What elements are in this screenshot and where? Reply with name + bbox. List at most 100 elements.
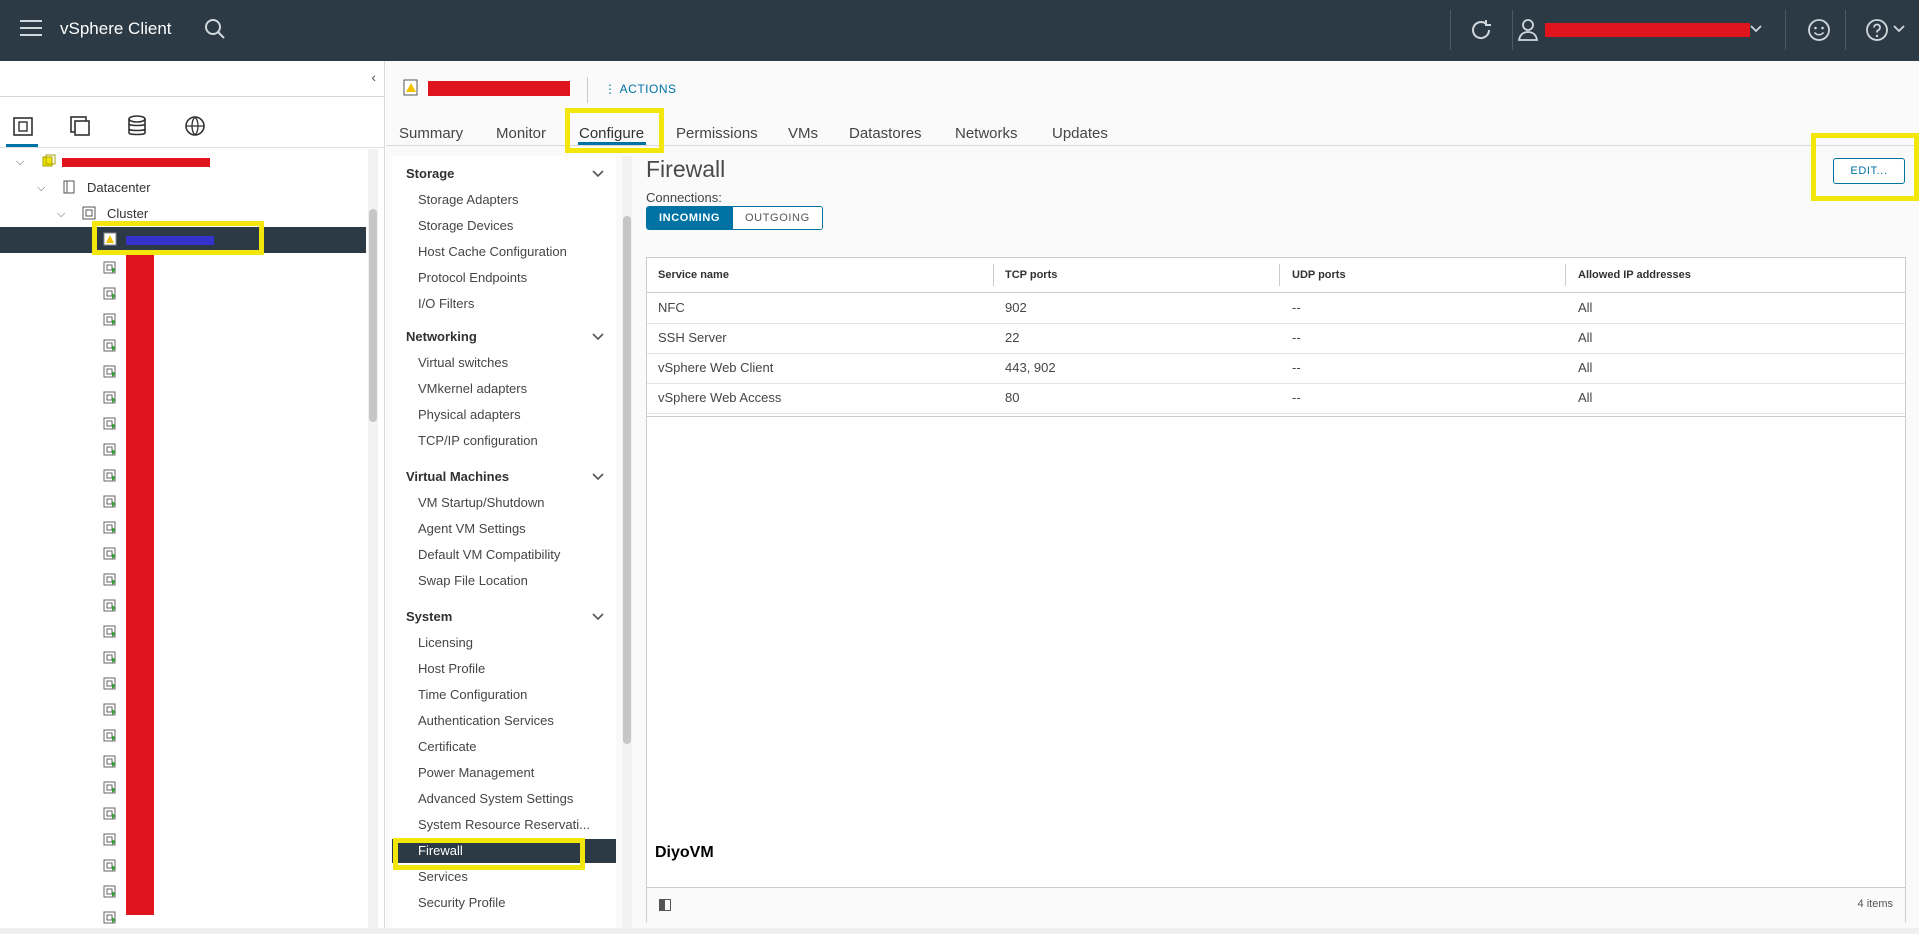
host-icon[interactable] — [103, 261, 117, 275]
host-icon[interactable] — [103, 547, 117, 561]
chevron-up-icon[interactable] — [592, 473, 604, 481]
host-icon[interactable] — [103, 391, 117, 405]
host-icon[interactable] — [103, 807, 117, 821]
help-chevron-down-icon[interactable] — [1893, 24, 1905, 34]
host-icon[interactable] — [103, 339, 117, 353]
subnav-item-security-profile[interactable]: Security Profile — [392, 891, 616, 915]
host-icon[interactable] — [103, 417, 117, 431]
subnav-item-io-filters[interactable]: I/O Filters — [392, 292, 616, 316]
networking-icon[interactable] — [182, 113, 208, 139]
chevron-down-icon[interactable]: ⌵ — [57, 201, 65, 227]
subnav-item-agent-vm-settings[interactable]: Agent VM Settings — [392, 517, 616, 541]
chevron-down-icon[interactable]: ⌵ — [37, 175, 45, 201]
column-header-allowed-ip[interactable]: Allowed IP addresses — [1578, 258, 1691, 292]
vms-and-templates-icon[interactable] — [67, 113, 93, 139]
table-row[interactable]: NFC 902 -- All — [647, 293, 1905, 324]
feedback-smiley-icon[interactable] — [1806, 17, 1832, 43]
top-header-bar: vSphere Client — [0, 0, 1919, 61]
host-icon[interactable] — [103, 677, 117, 691]
subnav-item-advanced-system-settings[interactable]: Advanced System Settings — [392, 787, 616, 811]
table-row[interactable]: SSH Server 22 -- All — [647, 323, 1905, 354]
help-icon[interactable] — [1864, 17, 1890, 43]
hamburger-menu-icon[interactable] — [20, 20, 42, 38]
subnav-group-networking[interactable]: Networking — [406, 329, 477, 344]
chevron-up-icon[interactable] — [592, 333, 604, 341]
chevron-down-icon[interactable]: ⌵ — [16, 149, 24, 175]
subnav-item-system-resource-reservation[interactable]: System Resource Reservati... — [392, 813, 616, 837]
subnav-scrollbar[interactable] — [622, 156, 632, 934]
host-icon[interactable] — [103, 599, 117, 613]
host-icon[interactable] — [103, 443, 117, 457]
chevron-down-icon[interactable] — [1750, 24, 1762, 34]
host-icon[interactable] — [103, 521, 117, 535]
storage-icon[interactable] — [124, 113, 150, 139]
subnav-item-licensing[interactable]: Licensing — [392, 631, 616, 655]
host-icon[interactable] — [103, 313, 117, 327]
incoming-toggle-button[interactable]: INCOMING — [647, 207, 733, 229]
actions-menu-button[interactable]: ⋮ ACTIONS — [604, 82, 677, 96]
column-toggle-icon[interactable] — [659, 899, 671, 911]
subnav-item-time-configuration[interactable]: Time Configuration — [392, 683, 616, 707]
subnav-item-protocol-endpoints[interactable]: Protocol Endpoints — [392, 266, 616, 290]
table-row[interactable]: vSphere Web Client 443, 902 -- All — [647, 353, 1905, 384]
tab-permissions[interactable]: Permissions — [676, 125, 758, 142]
subnav-group-virtual-machines[interactable]: Virtual Machines — [406, 469, 509, 484]
subnav-item-certificate[interactable]: Certificate — [392, 735, 616, 759]
subnav-item-storage-devices[interactable]: Storage Devices — [392, 214, 616, 238]
redacted-username[interactable] — [1545, 23, 1750, 37]
column-header-udp-ports[interactable]: UDP ports — [1292, 258, 1346, 292]
outgoing-toggle-button[interactable]: OUTGOING — [732, 207, 822, 229]
host-icon[interactable] — [103, 781, 117, 795]
refresh-icon[interactable] — [1468, 17, 1494, 43]
tab-monitor[interactable]: Monitor — [496, 125, 546, 142]
host-icon[interactable] — [103, 885, 117, 899]
subnav-item-default-vm-compatibility[interactable]: Default VM Compatibility — [392, 543, 616, 567]
subnav-item-tcpip-configuration[interactable]: TCP/IP configuration — [392, 429, 616, 453]
host-icon[interactable] — [103, 469, 117, 483]
subnav-group-storage[interactable]: Storage — [406, 166, 454, 181]
host-icon[interactable] — [103, 573, 117, 587]
column-header-service-name[interactable]: Service name — [658, 258, 729, 292]
subnav-item-storage-adapters[interactable]: Storage Adapters — [392, 188, 616, 212]
collapse-panel-icon[interactable]: ‹ — [371, 69, 376, 85]
app-title[interactable]: vSphere Client — [60, 19, 172, 39]
tab-summary[interactable]: Summary — [399, 125, 463, 142]
tab-networks[interactable]: Networks — [955, 125, 1018, 142]
host-icon[interactable] — [103, 755, 117, 769]
subnav-group-system[interactable]: System — [406, 609, 452, 624]
search-icon[interactable] — [204, 18, 226, 40]
host-icon[interactable] — [103, 833, 117, 847]
subnav-item-host-cache[interactable]: Host Cache Configuration — [392, 240, 616, 264]
host-icon[interactable] — [103, 729, 117, 743]
host-icon[interactable] — [103, 703, 117, 717]
user-icon[interactable] — [1516, 17, 1540, 43]
hosts-and-clusters-icon[interactable] — [10, 113, 36, 139]
host-icon[interactable] — [103, 495, 117, 509]
host-icon[interactable] — [103, 625, 117, 639]
tree-node-datacenter[interactable]: ⌵ Datacenter — [0, 175, 366, 201]
column-header-tcp-ports[interactable]: TCP ports — [1005, 258, 1057, 292]
host-icon[interactable] — [103, 365, 117, 379]
subnav-item-authentication-services[interactable]: Authentication Services — [392, 709, 616, 733]
subnav-item-virtual-switches[interactable]: Virtual switches — [392, 351, 616, 375]
subnav-item-vm-startup-shutdown[interactable]: VM Startup/Shutdown — [392, 491, 616, 515]
tree-node-vcenter[interactable]: ⌵ — [0, 149, 366, 175]
host-icon[interactable] — [103, 859, 117, 873]
tab-updates[interactable]: Updates — [1052, 125, 1108, 142]
host-icon[interactable] — [103, 287, 117, 301]
subnav-item-host-profile[interactable]: Host Profile — [392, 657, 616, 681]
tab-datastores[interactable]: Datastores — [849, 125, 922, 142]
highlight-edit-button — [1811, 133, 1919, 201]
chevron-up-icon[interactable] — [592, 613, 604, 621]
tab-vms[interactable]: VMs — [788, 125, 818, 142]
subnav-item-vmkernel-adapters[interactable]: VMkernel adapters — [392, 377, 616, 401]
host-icon[interactable] — [103, 651, 117, 665]
chevron-up-icon[interactable] — [592, 170, 604, 178]
subnav-item-physical-adapters[interactable]: Physical adapters — [392, 403, 616, 427]
subnav-item-power-management[interactable]: Power Management — [392, 761, 616, 785]
table-row[interactable]: vSphere Web Access 80 -- All — [647, 383, 1905, 414]
host-icon[interactable] — [103, 911, 117, 925]
bottom-status-strip — [0, 928, 1919, 934]
subnav-item-swap-file-location[interactable]: Swap File Location — [392, 569, 616, 593]
tree-scrollbar[interactable] — [368, 149, 378, 934]
